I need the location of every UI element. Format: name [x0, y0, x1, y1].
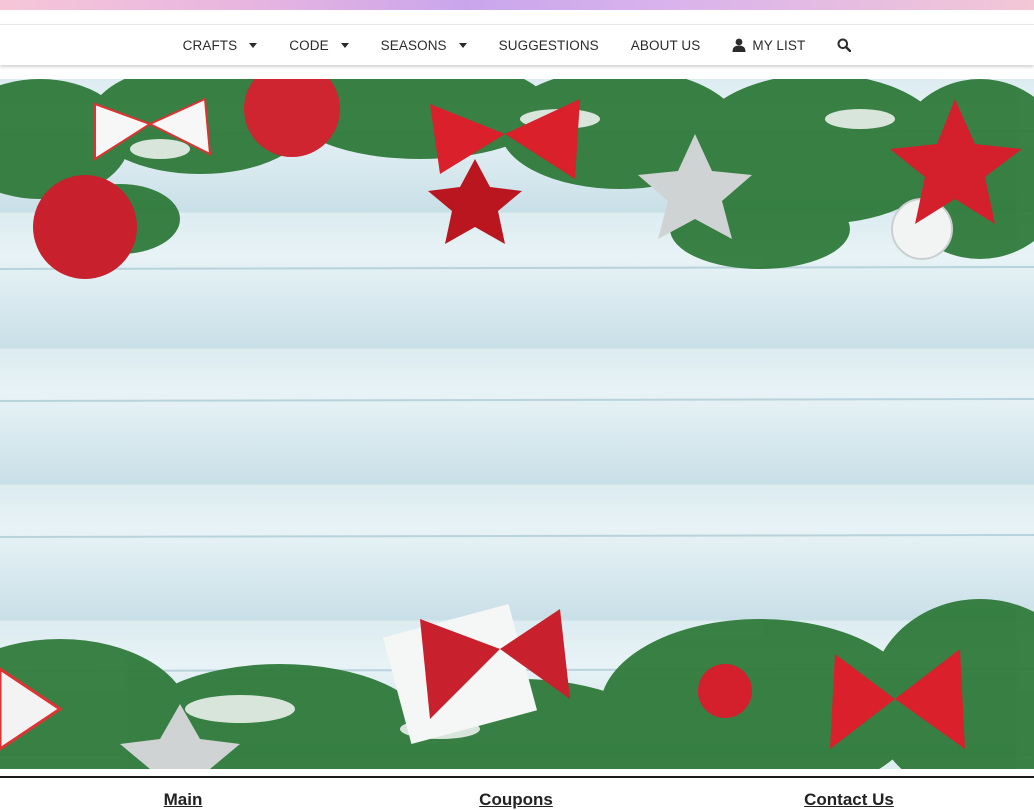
footer-link-main[interactable]: Main: [164, 790, 203, 810]
search-icon: [837, 38, 852, 52]
nav-item-label: CODE: [289, 37, 329, 53]
user-icon: [732, 38, 746, 52]
nav-item-about-us[interactable]: ABOUT US: [615, 25, 717, 65]
nav-item-label: ABOUT US: [630, 37, 701, 53]
nav-item-suggestions[interactable]: SUGGESTIONS: [483, 25, 615, 65]
footer: Main Coupons Contact Us: [0, 778, 1034, 809]
red-bell: [698, 664, 752, 718]
nav-item-crafts[interactable]: CRAFTS: [167, 25, 274, 65]
caret-down-icon: [458, 43, 467, 48]
nav-item-label: MY LIST: [752, 37, 806, 53]
caret-down-icon: [249, 43, 258, 48]
hero-image: [0, 79, 1034, 769]
nav-item-label: SUGGESTIONS: [498, 37, 599, 53]
hero-illustration: [0, 79, 1034, 769]
banner-spacer: [0, 10, 1034, 24]
footer-link-contact-us[interactable]: Contact Us: [804, 790, 894, 810]
caret-down-icon: [340, 43, 349, 48]
fir-branches-top: [0, 79, 1034, 269]
nav-item-label: CRAFTS: [182, 37, 238, 53]
search-button[interactable]: [821, 25, 867, 65]
red-bauble: [33, 175, 137, 279]
nav-menu: CRAFTS CODE SEASONS SUGGESTIONS ABOUT US…: [167, 25, 868, 65]
top-banner-image: [0, 0, 1034, 10]
nav-item-label: SEASONS: [380, 37, 447, 53]
nav-item-seasons[interactable]: SEASONS: [365, 25, 483, 65]
main-nav: CRAFTS CODE SEASONS SUGGESTIONS ABOUT US…: [0, 24, 1034, 65]
nav-item-my-list[interactable]: MY LIST: [716, 25, 821, 65]
footer-link-coupons[interactable]: Coupons: [479, 790, 553, 810]
nav-item-code[interactable]: CODE: [273, 25, 364, 65]
